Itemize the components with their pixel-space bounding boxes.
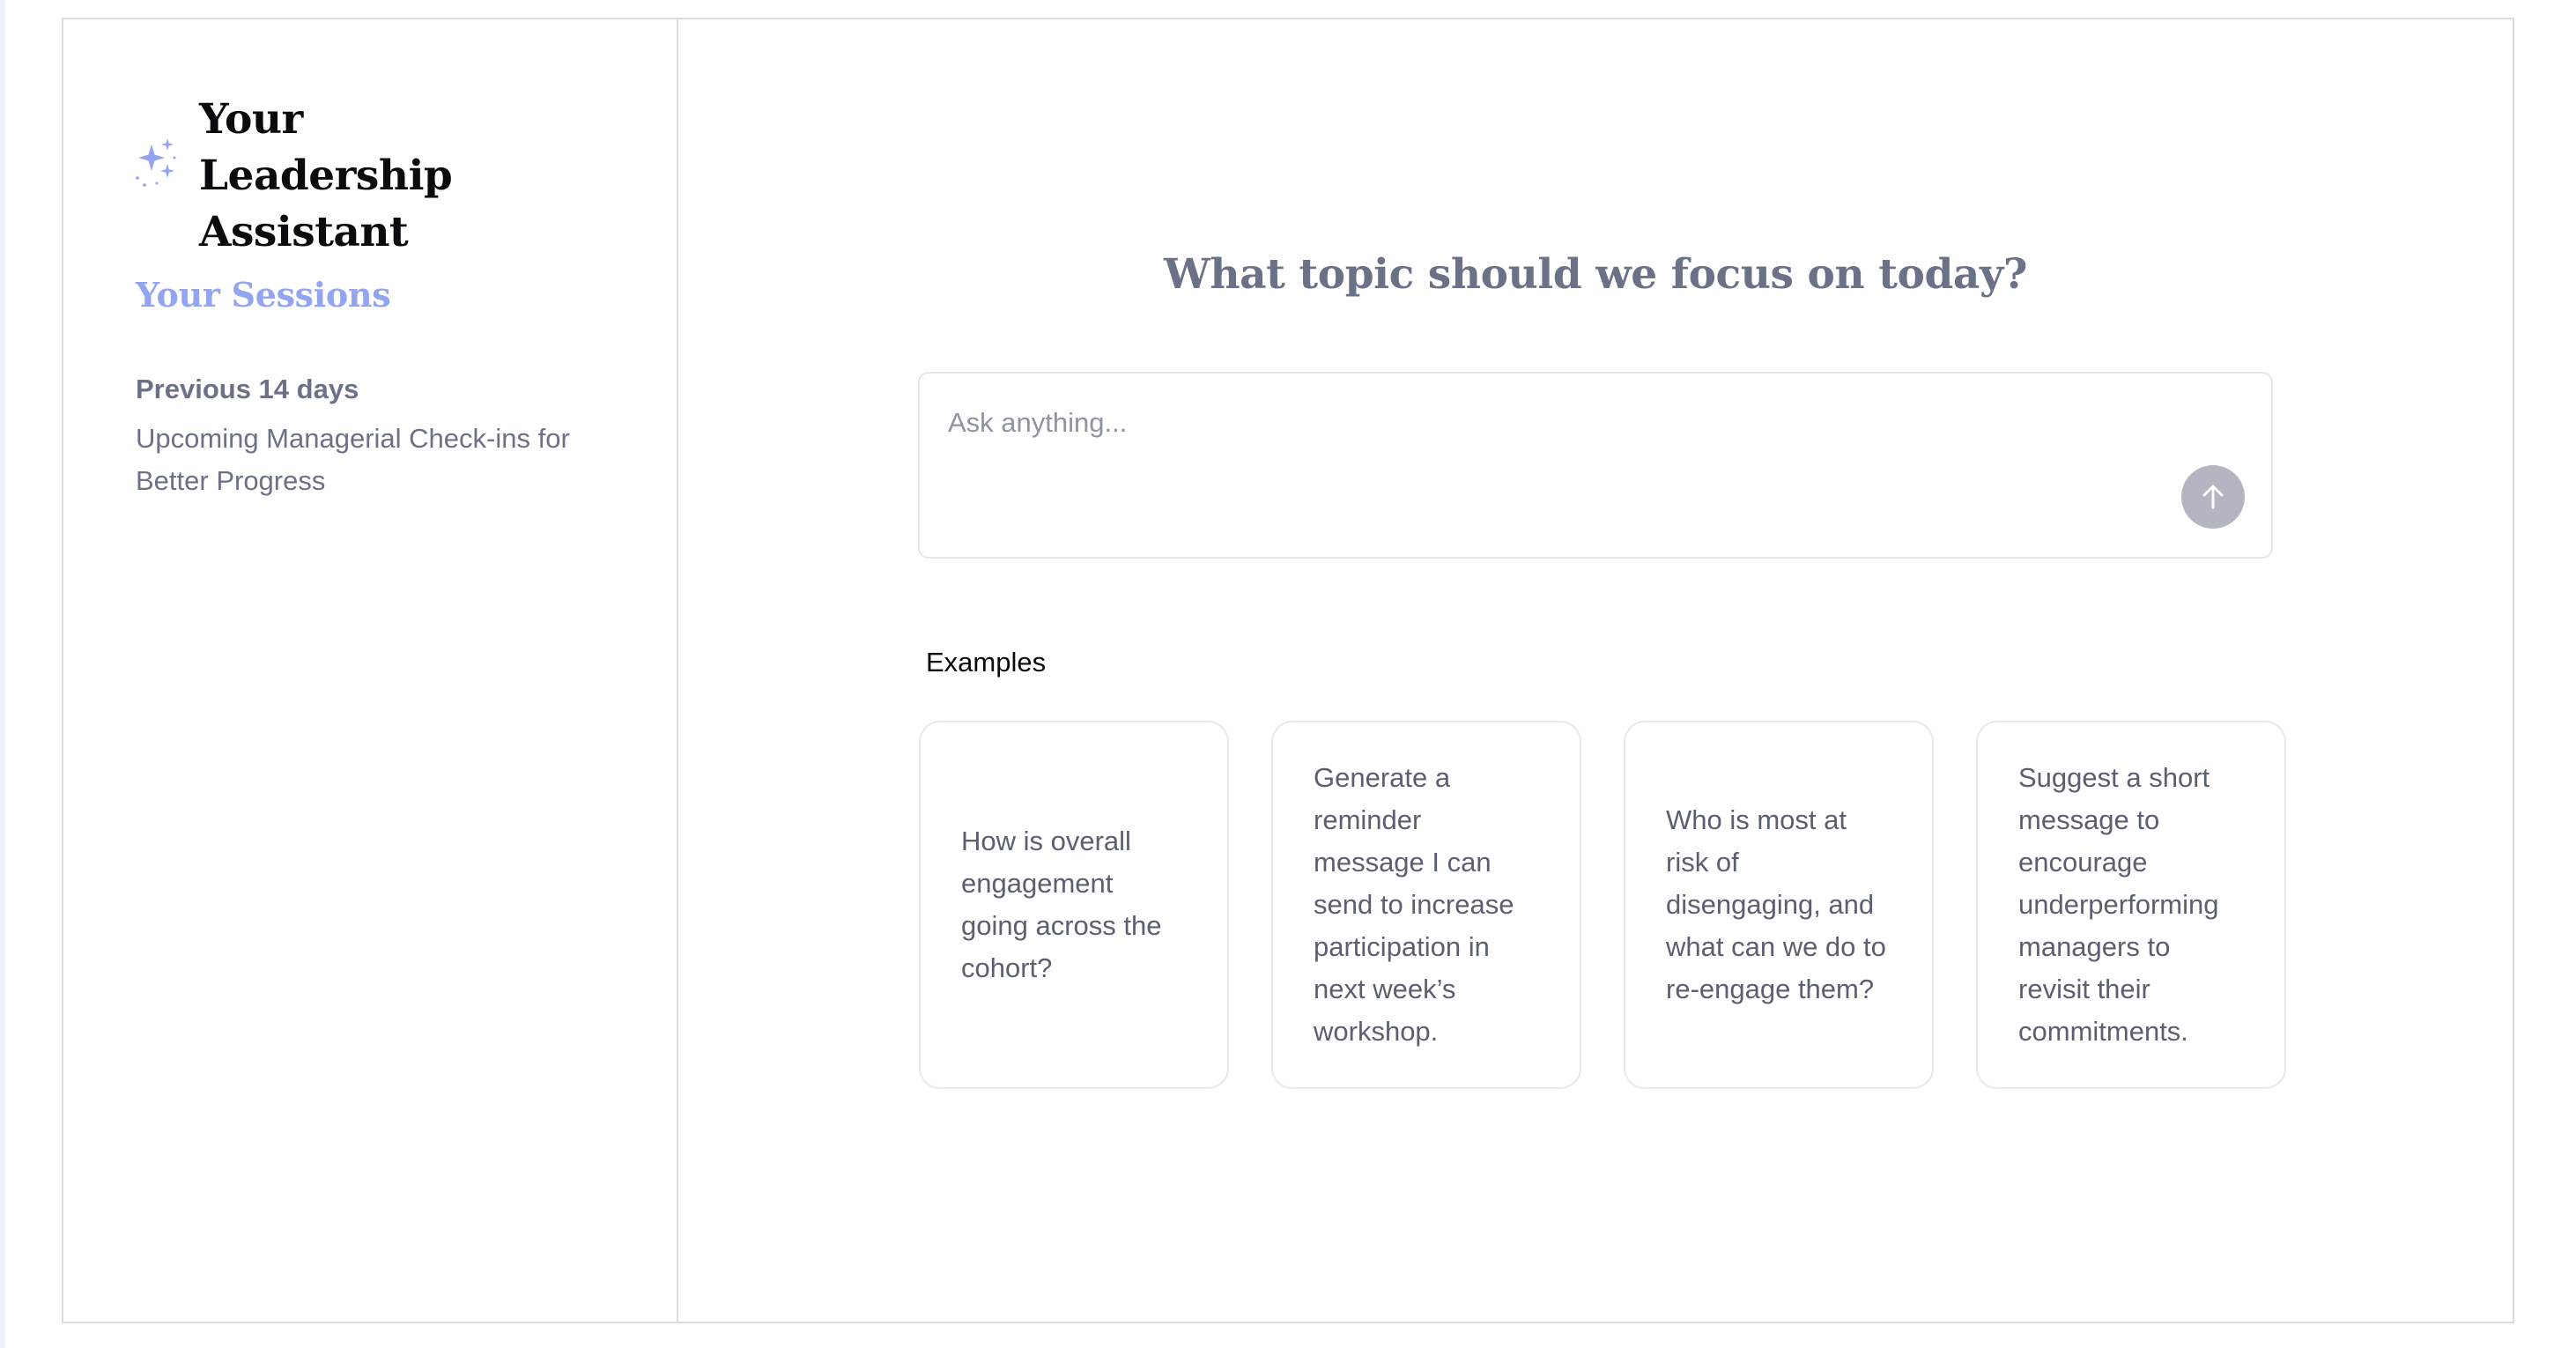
chat-input[interactable] [946,405,2165,515]
page-title: What topic should we focus on today? [1163,250,2028,299]
chat-input-box [918,372,2273,559]
example-card-text: How is overall engagement going across t… [961,826,1162,983]
example-card-text: Who is most at risk of disengaging, and … [1666,804,1886,1004]
example-card[interactable]: Suggest a short message to encourage und… [1976,721,2286,1089]
session-item[interactable]: Upcoming Managerial Check-ins for Better… [136,418,629,502]
example-card[interactable]: Generate a reminder message I can send t… [1271,721,1581,1089]
session-group-label: Previous 14 days [136,374,359,404]
sparkles-icon [136,138,176,187]
brand: Your Leadership Assistant [134,92,569,261]
sidebar: Your Leadership Assistant Your Sessions … [63,19,678,1322]
example-card-text: Suggest a short message to encourage und… [2018,762,2219,1047]
example-card[interactable]: How is overall engagement going across t… [919,721,1229,1089]
arrow-up-icon [2202,485,2224,509]
app-title: Your Leadership Assistant [199,95,453,256]
window-edge [0,0,5,1348]
app-frame: Your Leadership Assistant Your Sessions … [62,18,2514,1323]
sessions-heading: Your Sessions [136,275,391,315]
examples-heading: Examples [926,647,1047,678]
send-button[interactable] [2181,465,2245,529]
example-card-text: Generate a reminder message I can send t… [1314,762,1514,1047]
example-card[interactable]: Who is most at risk of disengaging, and … [1624,721,1934,1089]
